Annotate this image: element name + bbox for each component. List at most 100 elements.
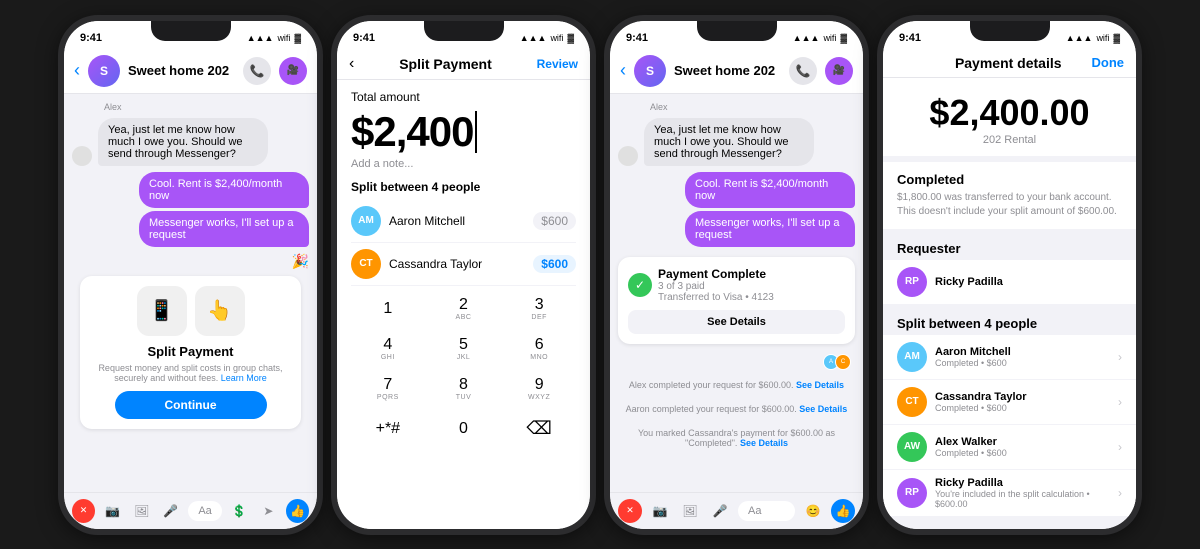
- signal-icon-2: ▲▲▲: [520, 33, 547, 43]
- person-name-ricky-4: Ricky Padilla: [935, 477, 1110, 489]
- system-msg-2: Aaron completed your request for $600.00…: [618, 404, 855, 414]
- phone-4-screen: 9:41 ▲▲▲ wifi ▓ Payment details Done $2,…: [883, 21, 1136, 529]
- split-payment-title: Split Payment: [399, 56, 492, 72]
- back-button-2[interactable]: ‹: [349, 55, 354, 73]
- key-6[interactable]: 6MNO: [502, 330, 576, 368]
- person-avatar-cassandra-4: CT: [897, 387, 927, 417]
- split-card-desc: Request money and split costs in group c…: [90, 363, 291, 383]
- see-details-button[interactable]: See Details: [628, 310, 845, 334]
- split-payment-header: ‹ Split Payment Review: [337, 49, 590, 80]
- received-message-1: Yea, just let me know how much I owe you…: [72, 118, 309, 166]
- chevron-icon-alex: ›: [1118, 440, 1122, 454]
- completed-status: Completed: [897, 172, 1122, 187]
- split-card-title: Split Payment: [148, 344, 234, 359]
- photo-icon-3[interactable]: 🖼: [678, 499, 702, 523]
- total-amount-label: Total amount: [351, 90, 576, 104]
- video-call-icon-3[interactable]: 🎥: [825, 57, 853, 85]
- sticker-icon[interactable]: 💲: [228, 499, 251, 523]
- key-7[interactable]: 7PQRS: [351, 370, 425, 408]
- key-9[interactable]: 9WXYZ: [502, 370, 576, 408]
- key-delete[interactable]: ⌫: [502, 410, 576, 448]
- key-1[interactable]: 1: [351, 290, 425, 328]
- key-symbols[interactable]: +*#: [351, 410, 425, 448]
- chevron-icon-ricky: ›: [1118, 486, 1122, 500]
- payment-count: 3 of 3 paid: [658, 281, 774, 292]
- payment-details-content: $2,400.00 202 Rental Completed $1,800.00…: [883, 78, 1136, 529]
- status-bar-3: 9:41 ▲▲▲ wifi ▓: [610, 21, 863, 49]
- person-row-aaron-4[interactable]: AM Aaron Mitchell Completed • $600 ›: [883, 335, 1136, 380]
- key-3[interactable]: 3DEF: [502, 290, 576, 328]
- continue-button[interactable]: Continue: [115, 391, 267, 419]
- status-icons-2: ▲▲▲ wifi ▓: [520, 33, 574, 43]
- person-row-cassandra-4[interactable]: CT Cassandra Taylor Completed • $600 ›: [883, 380, 1136, 425]
- person-row-alex-4[interactable]: AW Alex Walker Completed • $600 ›: [883, 425, 1136, 470]
- review-button[interactable]: Review: [537, 57, 578, 71]
- emoji-icon-3[interactable]: 😊: [801, 499, 825, 523]
- person-row-aaron: AM Aaron Mitchell $600: [351, 200, 576, 243]
- phone-3: 9:41 ▲▲▲ wifi ▓ ‹ S Sweet home 202 📞 🎥 A…: [604, 15, 869, 535]
- like-icon[interactable]: 👍: [286, 499, 309, 523]
- camera-icon-3[interactable]: 📷: [648, 499, 672, 523]
- split-payment-content: Total amount $2,400 Add a note... Split …: [337, 80, 590, 529]
- sent-messages-3: Cool. Rent is $2,400/month now Messenger…: [618, 172, 855, 247]
- split-between-label: Split between 4 people: [351, 180, 576, 194]
- person-amount-cassandra[interactable]: $600: [533, 255, 576, 273]
- person-info-ricky-4: Ricky Padilla You're included in the spl…: [935, 477, 1110, 509]
- back-button-1[interactable]: ‹: [74, 60, 80, 81]
- chat-title-3: Sweet home 202: [674, 63, 781, 78]
- requester-row: RP Ricky Padilla: [883, 260, 1136, 304]
- sent-bubble-3a: Cool. Rent is $2,400/month now: [685, 172, 855, 208]
- status-icons-3: ▲▲▲ wifi ▓: [793, 33, 847, 43]
- key-8[interactable]: 8TUV: [427, 370, 501, 408]
- key-2[interactable]: 2ABC: [427, 290, 501, 328]
- wifi-icon-3: wifi: [823, 33, 836, 43]
- photo-icon[interactable]: 🖼: [130, 499, 153, 523]
- see-details-link-2[interactable]: See Details: [799, 404, 847, 414]
- see-details-link-3[interactable]: See Details: [740, 438, 788, 448]
- time-2: 9:41: [353, 32, 375, 44]
- close-icon[interactable]: ✕: [72, 499, 95, 523]
- phone-4: 9:41 ▲▲▲ wifi ▓ Payment details Done $2,…: [877, 15, 1142, 535]
- sender-label-3: Alex: [650, 102, 855, 112]
- status-bar-4: 9:41 ▲▲▲ wifi ▓: [883, 21, 1136, 49]
- person-row-ricky-4[interactable]: RP Ricky Padilla You're included in the …: [883, 470, 1136, 517]
- person-avatar-aaron: AM: [351, 206, 381, 236]
- requester-label: Requester: [883, 235, 1136, 260]
- back-button-3[interactable]: ‹: [620, 60, 626, 81]
- person-amount-aaron[interactable]: $600: [533, 212, 576, 230]
- payment-details-title: Payment details: [955, 55, 1062, 71]
- key-0[interactable]: 0: [427, 410, 501, 448]
- person-status-alex-4: Completed • $600: [935, 448, 1110, 458]
- chat-header-1: ‹ S Sweet home 202 📞 🎥: [64, 49, 317, 94]
- key-4[interactable]: 4GHI: [351, 330, 425, 368]
- time-1: 9:41: [80, 32, 102, 44]
- done-button[interactable]: Done: [1091, 55, 1124, 70]
- battery-icon-4: ▓: [1113, 33, 1120, 43]
- split-people-section: AM Aaron Mitchell Completed • $600 › CT …: [883, 335, 1136, 517]
- phone-2: 9:41 ▲▲▲ wifi ▓ ‹ Split Payment Review T…: [331, 15, 596, 535]
- person-info-aaron-4: Aaron Mitchell Completed • $600: [935, 346, 1110, 368]
- time-3: 9:41: [626, 32, 648, 44]
- key-5[interactable]: 5JKL: [427, 330, 501, 368]
- numeric-keypad: 1 2ABC 3DEF 4GHI 5JKL 6MNO 7PQRS 8TUV 9W…: [351, 290, 576, 448]
- send-icon[interactable]: ➤: [257, 499, 280, 523]
- mic-icon[interactable]: 🎤: [159, 499, 182, 523]
- person-info-cassandra-4: Cassandra Taylor Completed • $600: [935, 391, 1110, 413]
- message-input-1[interactable]: Aa: [188, 501, 221, 521]
- split-between-label-4: Split between 4 people: [883, 310, 1136, 335]
- phone-call-icon[interactable]: 📞: [243, 57, 271, 85]
- payment-big-amount: $2,400.00: [897, 92, 1122, 134]
- like-icon-3[interactable]: 👍: [831, 499, 855, 523]
- message-input-3[interactable]: Aa: [738, 501, 795, 521]
- camera-icon[interactable]: 📷: [101, 499, 124, 523]
- phone-call-icon-3[interactable]: 📞: [789, 57, 817, 85]
- bubble-received-1: Yea, just let me know how much I owe you…: [98, 118, 268, 166]
- close-icon-3[interactable]: ✕: [618, 499, 642, 523]
- learn-more-link[interactable]: Learn More: [221, 373, 267, 383]
- mic-icon-3[interactable]: 🎤: [708, 499, 732, 523]
- person-name-alex-4: Alex Walker: [935, 436, 1110, 448]
- add-note-placeholder[interactable]: Add a note...: [351, 158, 576, 170]
- see-details-link-1[interactable]: See Details: [796, 380, 844, 390]
- phone-3-screen: 9:41 ▲▲▲ wifi ▓ ‹ S Sweet home 202 📞 🎥 A…: [610, 21, 863, 529]
- video-call-icon[interactable]: 🎥: [279, 57, 307, 85]
